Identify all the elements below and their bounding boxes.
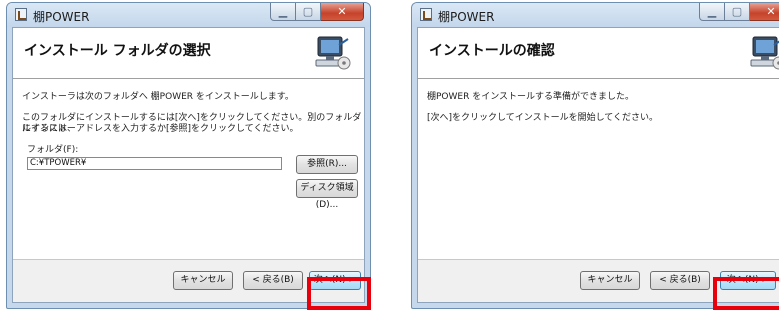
disk-space-button[interactable]: ディスク領域(D)... xyxy=(296,179,358,210)
cancel-button[interactable]: キャンセル xyxy=(173,271,233,290)
dialog-client: インストールの確認 棚POWER をインストールする準備ができました。 [次へ]… xyxy=(417,27,779,303)
close-button[interactable]: ✕ xyxy=(750,3,779,21)
folder-path-input[interactable]: C:¥TPOWER¥ xyxy=(27,157,282,170)
back-button[interactable]: < 戻る(B) xyxy=(650,271,710,290)
ready-text: 棚POWER をインストールする準備ができました。 xyxy=(427,92,635,102)
title-bar[interactable]: 棚POWER ▁ ▢ ✕ xyxy=(7,3,370,27)
maximize-icon: ▢ xyxy=(731,5,743,18)
window-title: 棚POWER xyxy=(33,10,90,24)
installer-window-folder-select: 棚POWER ▁ ▢ ✕ インストール フォルダの選択 インストーラは次のフォル… xyxy=(6,2,371,309)
computer-install-icon xyxy=(750,36,779,70)
maximize-icon: ▢ xyxy=(302,5,314,18)
computer-install-icon xyxy=(315,36,351,70)
window-controls: ▁ ▢ ✕ xyxy=(270,3,364,22)
highlight-box-next-1 xyxy=(307,277,371,310)
minimize-icon: ▁ xyxy=(707,5,717,18)
window-controls: ▁ ▢ ✕ xyxy=(699,3,779,22)
dialog-body: 棚POWER をインストールする準備ができました。 [次へ]をクリックしてインス… xyxy=(418,79,779,260)
installer-window-confirm: 棚POWER ▁ ▢ ✕ インストールの確認 棚POWER をインストールする準… xyxy=(411,2,779,309)
folder-label: フォルダ(F): xyxy=(27,145,79,155)
dialog-banner: インストール フォルダの選択 xyxy=(13,28,364,79)
maximize-button[interactable]: ▢ xyxy=(725,3,750,21)
dialog-client: インストール フォルダの選択 インストーラは次のフォルダへ 棚POWER をイン… xyxy=(12,27,365,303)
minimize-icon: ▁ xyxy=(278,5,288,18)
minimize-button[interactable]: ▁ xyxy=(270,3,296,21)
maximize-button[interactable]: ▢ xyxy=(296,3,321,21)
browse-button[interactable]: 参照(R)... xyxy=(296,155,358,174)
app-icon xyxy=(420,8,432,21)
dialog-body: インストーラは次のフォルダへ 棚POWER をインストールします。 このフォルダ… xyxy=(13,79,364,260)
minimize-button[interactable]: ▁ xyxy=(699,3,725,21)
intro-text: インストーラは次のフォルダへ 棚POWER をインストールします。 xyxy=(22,92,294,102)
app-icon xyxy=(15,8,27,21)
window-title: 棚POWER xyxy=(438,10,495,24)
cancel-button[interactable]: キャンセル xyxy=(580,271,640,290)
dialog-heading: インストール フォルダの選択 xyxy=(24,43,211,59)
back-button[interactable]: < 戻る(B) xyxy=(243,271,303,290)
close-button[interactable]: ✕ xyxy=(321,3,364,21)
close-icon: ✕ xyxy=(766,5,776,18)
title-bar[interactable]: 棚POWER ▁ ▢ ✕ xyxy=(412,3,779,27)
dialog-heading: インストールの確認 xyxy=(429,43,555,59)
dialog-banner: インストールの確認 xyxy=(418,28,779,79)
close-icon: ✕ xyxy=(337,5,347,18)
start-instructions: [次へ]をクリックしてインストールを開始してください。 xyxy=(427,113,659,123)
instructions-line-2: ルするには、アドレスを入力するか[参照]をクリックしてください。 xyxy=(22,124,299,134)
highlight-box-next-2 xyxy=(713,277,779,310)
